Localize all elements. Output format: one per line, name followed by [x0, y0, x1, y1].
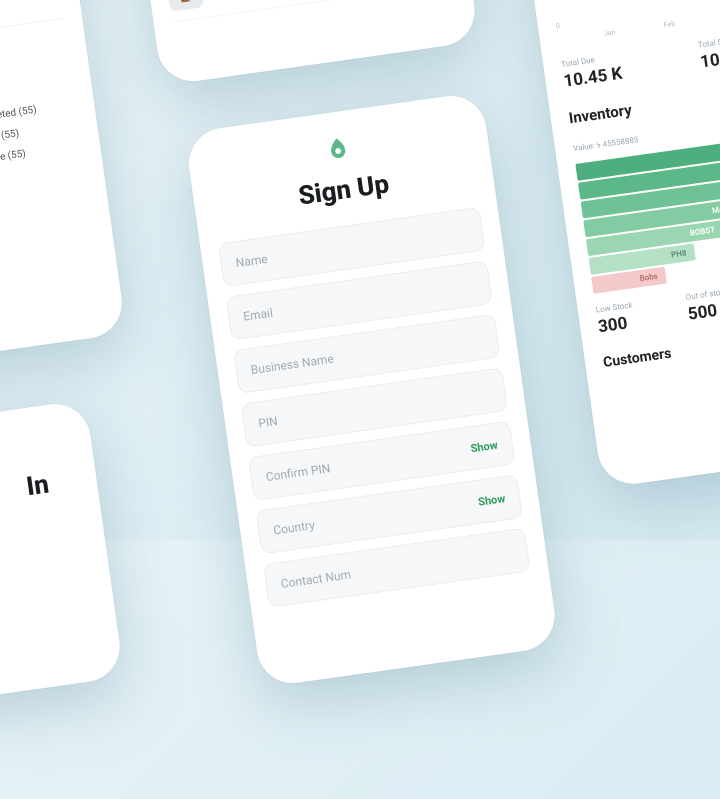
signin-title: In	[0, 465, 81, 529]
legend-item: Sales improve (55)	[0, 146, 43, 173]
show-toggle[interactable]: Show	[470, 438, 499, 455]
legend-text: Monthly Goal (55)	[0, 128, 20, 150]
report-screen: ←Report Sales Report 10k5k0 $ 12K JanFeb…	[514, 0, 720, 488]
field-placeholder: Confirm PIN	[265, 461, 331, 484]
field-placeholder: Name	[235, 252, 269, 270]
stat-card: Low Stock300	[595, 294, 681, 337]
top-products-screen: Top 3 product Sales increments 👟 ShoeTot…	[129, 0, 479, 86]
dashboard-screen: ,000 BDT Total Customer300k Losing35 New…	[0, 0, 127, 378]
kpi-card: Total Sales10.45 K	[697, 23, 720, 72]
y-axis: 10k5k0	[544, 0, 576, 30]
show-toggle[interactable]: Show	[477, 492, 506, 509]
app-logo-icon	[320, 132, 356, 168]
stat-value: 50	[0, 0, 62, 13]
product-row[interactable]: ⌚ WatchTotal: 138 | New: 20 | Out of sto…	[164, 0, 453, 23]
field-placeholder: Business Name	[250, 352, 335, 377]
kpi-label: Total Sales	[697, 23, 720, 49]
signup-screen: Sign Up Name Email Business Name PIN Con…	[184, 91, 559, 687]
field-placeholder: Contact Num	[280, 567, 352, 591]
signin-screen: In	[0, 399, 124, 715]
chart-legend: Target Completed (55) Monthly Goal (55) …	[0, 104, 43, 172]
product-thumb-icon: ⌚	[166, 0, 204, 12]
kpi-card: Total Due10.45 K	[561, 42, 690, 91]
stat-label: Out of stock	[685, 281, 720, 301]
product-meta: Total: 138 | New: 20 | Out of stock: 30	[212, 0, 348, 1]
stat-card: Out of stock500	[685, 281, 720, 324]
field-placeholder: PIN	[257, 414, 278, 431]
customer-value-chart: 55% Target Completed (55) Monthly Goal (…	[0, 70, 87, 218]
legend-text: Sales improve (55)	[0, 148, 26, 170]
field-placeholder: Country	[272, 518, 315, 538]
product-info: WatchTotal: 138 | New: 20 | Out of stock…	[210, 0, 348, 1]
field-placeholder: Email	[242, 306, 273, 324]
stat-card: New customer50	[0, 0, 62, 13]
